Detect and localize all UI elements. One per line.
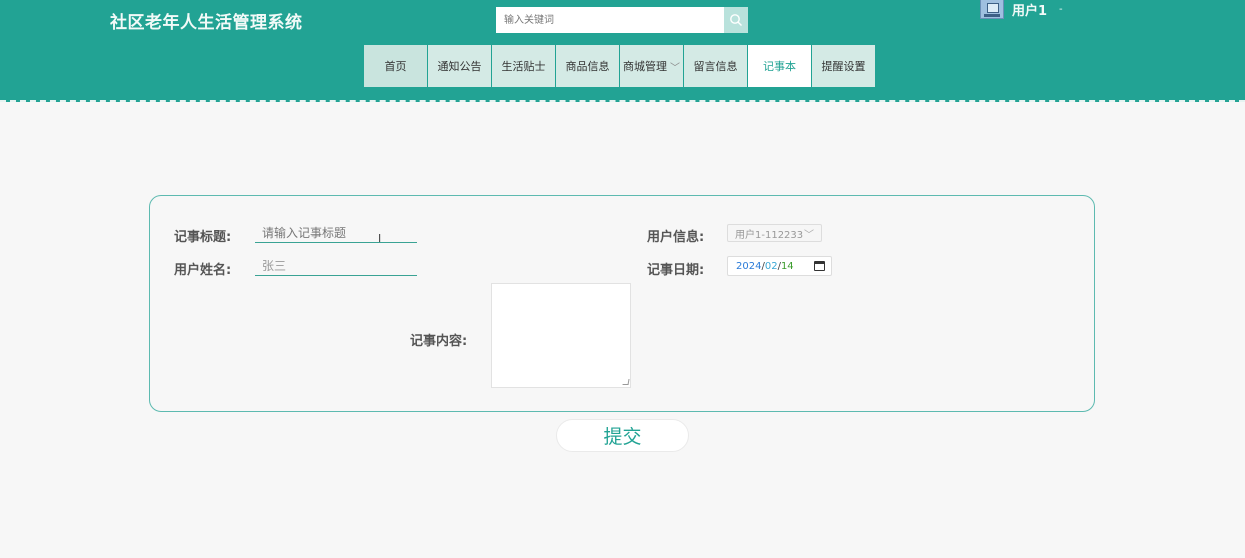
chevron-down-icon: ﹀ <box>804 229 814 241</box>
top-header: 社区老年人生活管理系统 用户1 - 首页 通知公告 生活贴士 商品信息 商城管理… <box>0 0 1245 102</box>
nav-item-home[interactable]: 首页 <box>364 45 427 87</box>
main-nav: 首页 通知公告 生活贴士 商品信息 商城管理 ﹀ 留言信息 记事本 提醒设置 <box>364 45 876 87</box>
username-label: 用户姓名: <box>174 263 232 278</box>
user-info-value: 用户1-112233 <box>735 229 804 241</box>
calendar-icon[interactable] <box>814 261 825 271</box>
search-bar <box>496 7 748 33</box>
nav-item-messages[interactable]: 留言信息 <box>684 45 747 87</box>
avatar <box>980 0 1004 19</box>
chevron-down-icon: ﹀ <box>670 62 680 74</box>
nav-item-notices[interactable]: 通知公告 <box>428 45 491 87</box>
notebook-form: 记事标题: I 用户信息: 用户1-112233 ﹀ 用户姓名: 记事日期: 2… <box>149 195 1095 412</box>
search-button[interactable] <box>724 7 748 33</box>
date-year: 2024 <box>736 260 762 272</box>
user-info-select[interactable]: 用户1-112233 ﹀ <box>727 224 822 242</box>
resize-handle-icon[interactable] <box>622 379 630 385</box>
date-month: 02 <box>764 260 778 272</box>
nav-item-reminders[interactable]: 提醒设置 <box>812 45 875 87</box>
user-name: 用户1 <box>1012 3 1048 19</box>
content-textarea[interactable] <box>491 283 631 388</box>
username-field[interactable] <box>255 256 417 276</box>
user-info-label: 用户信息: <box>647 230 705 245</box>
nav-item-notebook[interactable]: 记事本 <box>748 45 811 87</box>
text-cursor-icon: I <box>378 232 382 245</box>
user-menu[interactable]: 用户1 - <box>980 0 1063 20</box>
nav-item-tips[interactable]: 生活贴士 <box>492 45 555 87</box>
nav-item-mall-label: 商城管理 <box>623 60 667 73</box>
user-menu-caret[interactable]: - <box>1059 4 1063 15</box>
content-label: 记事内容: <box>410 334 468 349</box>
date-input[interactable]: 2024/02/14 <box>727 256 832 276</box>
search-icon <box>730 14 742 26</box>
date-label: 记事日期: <box>647 263 705 278</box>
title-input[interactable] <box>255 223 417 243</box>
nav-item-mall[interactable]: 商城管理 ﹀ <box>620 45 683 87</box>
app-title: 社区老年人生活管理系统 <box>110 13 303 33</box>
search-input[interactable] <box>496 7 726 33</box>
submit-button[interactable]: 提交 <box>556 419 689 452</box>
date-day: 14 <box>780 260 794 272</box>
title-label: 记事标题: <box>174 230 232 245</box>
nav-item-products[interactable]: 商品信息 <box>556 45 619 87</box>
